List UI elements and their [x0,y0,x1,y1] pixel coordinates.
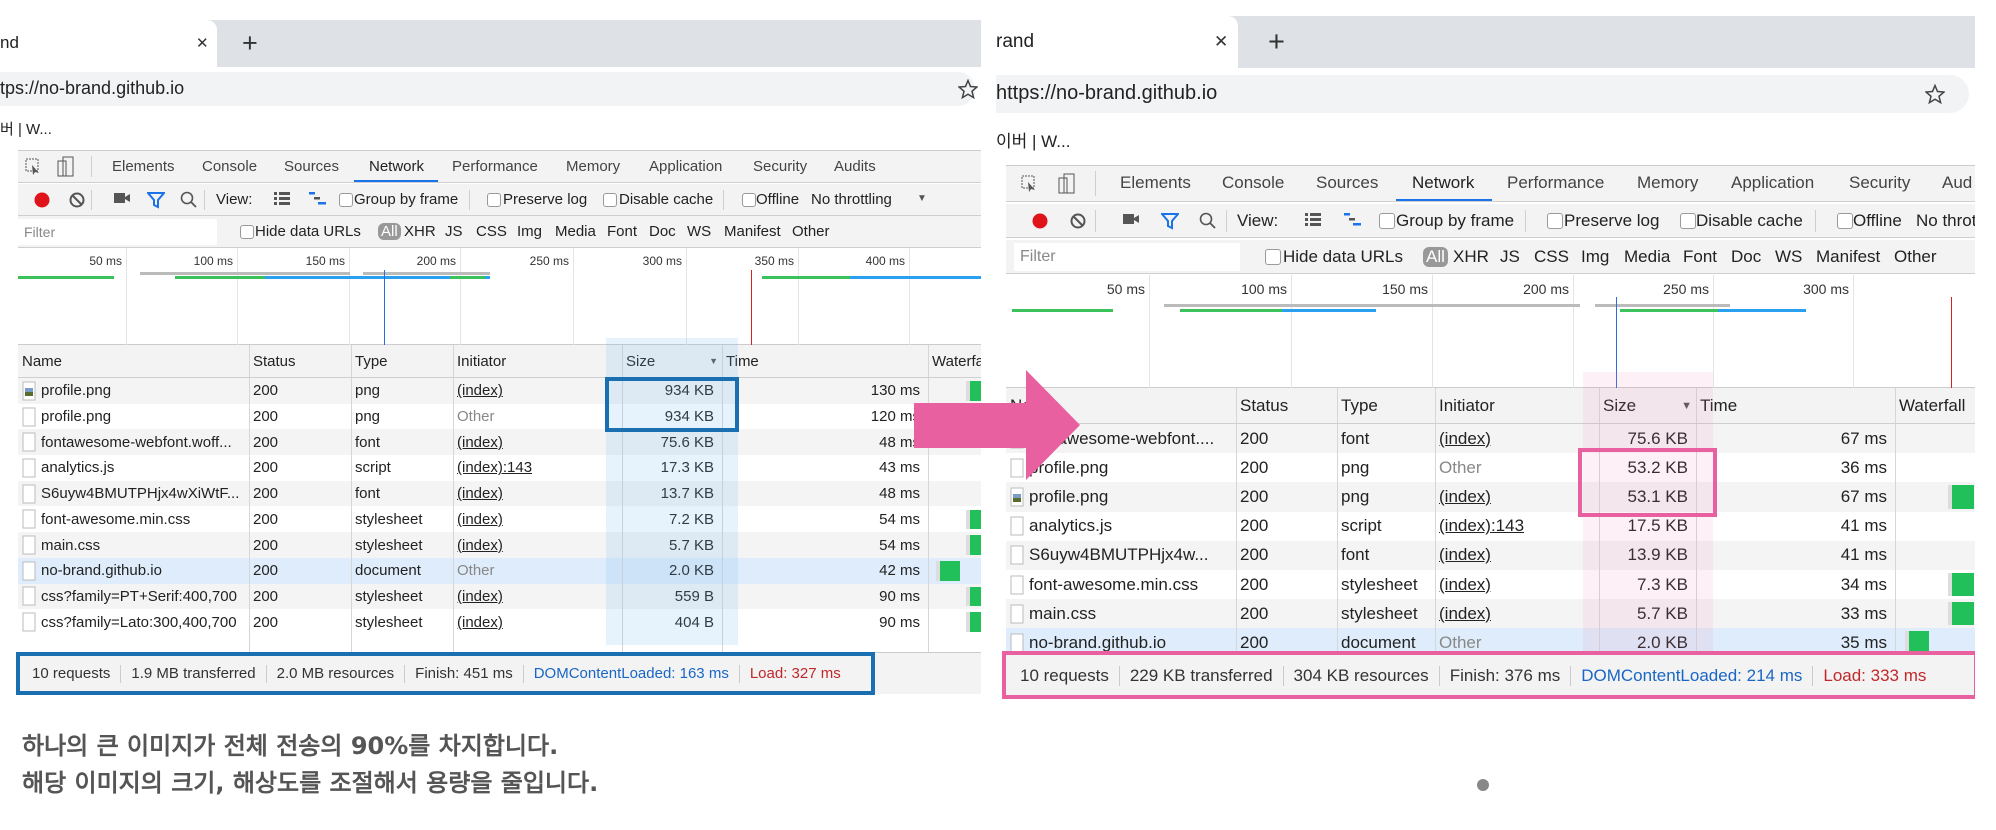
arrow-right-icon [914,370,1080,480]
caption-line-2: 해당 이미지의 크기, 해상도를 조절해서 용량을 줄입니다. [22,769,599,797]
annotation-layer [914,370,1489,791]
caption-line-1: 하나의 큰 이미지가 전체 전송의 90%를 차지합니다. [22,732,559,760]
dot-indicator [1477,779,1489,791]
